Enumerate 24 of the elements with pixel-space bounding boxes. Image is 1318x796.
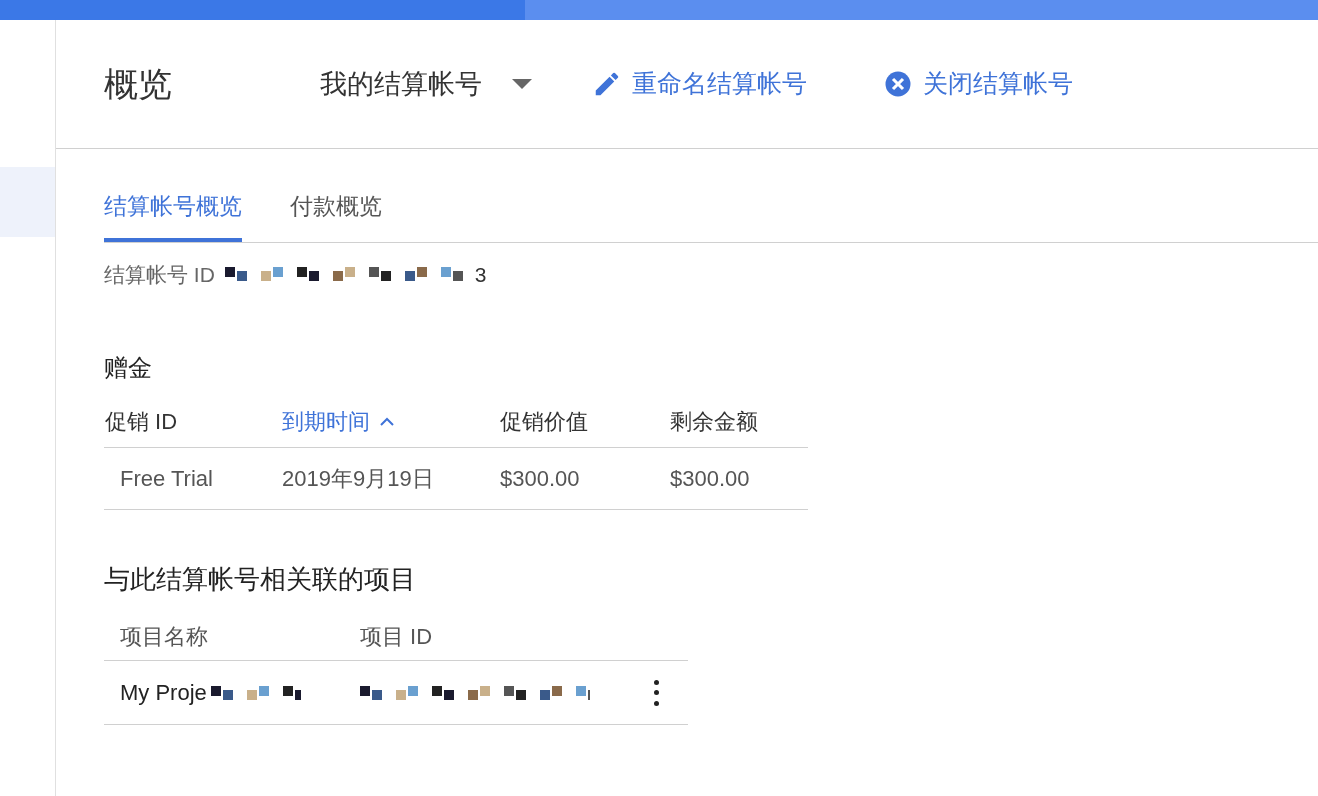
close-account-link[interactable]: 关闭结算帐号 bbox=[883, 65, 1073, 103]
table-cell: $300.00 bbox=[670, 466, 750, 491]
column-header[interactable]: 到期时间 bbox=[282, 405, 394, 438]
account-dropdown[interactable]: 我的结算帐号 bbox=[320, 63, 532, 105]
section-title: 与此结算帐号相关联的项目 bbox=[104, 563, 417, 596]
tab[interactable]: 付款概览 bbox=[290, 189, 382, 242]
column-header: 剩余金额 bbox=[670, 408, 758, 436]
close-icon bbox=[883, 69, 913, 99]
rename-link[interactable]: 重命名结算帐号 bbox=[592, 65, 807, 103]
project-name[interactable]: My Proje bbox=[120, 676, 207, 709]
billing-id-label: 结算帐号 ID bbox=[104, 261, 215, 288]
column-header: 促销价值 bbox=[500, 408, 588, 436]
table-cell: $300.00 bbox=[500, 466, 580, 491]
caret-icon bbox=[512, 79, 532, 89]
billing-id-tail: 3 bbox=[474, 261, 487, 288]
sort-up-icon bbox=[380, 417, 394, 426]
table-cell: 2019年9月19日 bbox=[282, 466, 434, 491]
column-header: 促销 ID bbox=[105, 408, 178, 436]
column-header: 项目名称 bbox=[120, 624, 208, 649]
column-header: 项目 ID bbox=[360, 624, 433, 649]
section-title: 赠金 bbox=[104, 353, 153, 383]
tab[interactable]: 结算帐号概览 bbox=[104, 189, 242, 242]
table-cell: Free Trial bbox=[120, 466, 213, 491]
page-title: 概览 bbox=[104, 63, 173, 105]
